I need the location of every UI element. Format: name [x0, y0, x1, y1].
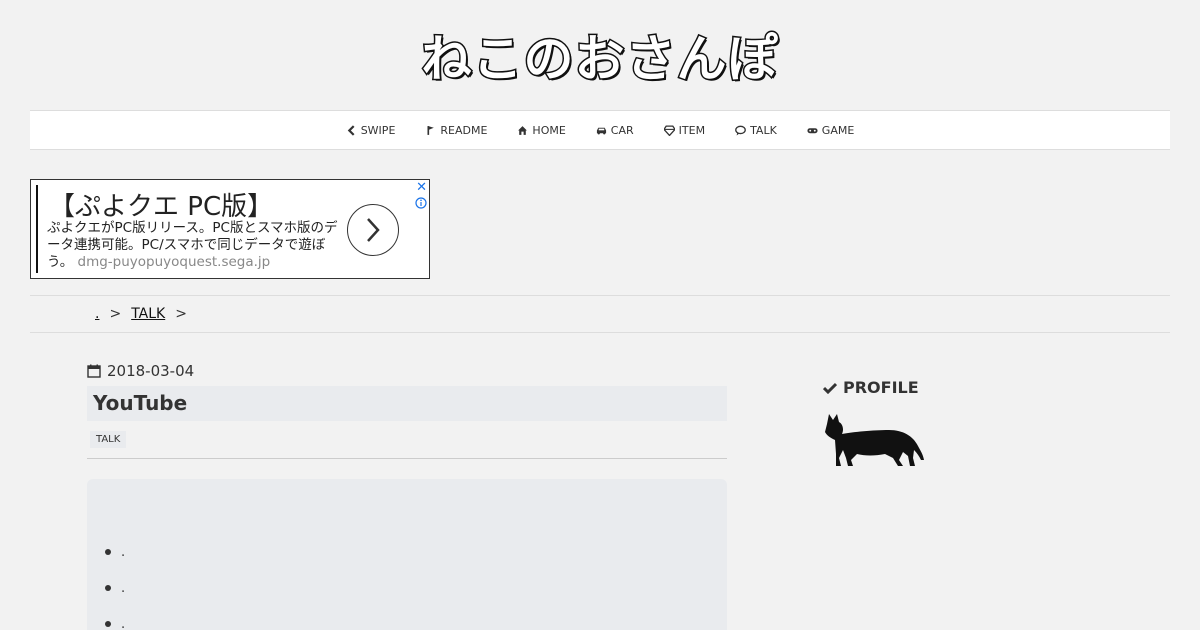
breadcrumb: . > TALK > — [30, 295, 1170, 333]
divider — [87, 458, 727, 459]
nav-talk-label: TALK — [750, 123, 777, 137]
nav-swipe-label: SWIPE — [360, 123, 396, 137]
profile-label: PROFILE — [843, 378, 919, 397]
list-item: . — [105, 606, 125, 630]
nav-item-label: ITEM — [678, 123, 706, 137]
post-content: . . . — [87, 479, 727, 630]
breadcrumb-home[interactable]: . — [95, 306, 99, 322]
nav-item[interactable]: ITEM — [649, 124, 720, 137]
bullet — [105, 549, 111, 555]
content-list: . . . — [105, 534, 125, 630]
home-icon — [518, 125, 528, 135]
page: ねこのおさんぽ SWIPE README HOME CAR ITEM TALK — [30, 0, 1170, 630]
post-title: YouTube — [87, 386, 727, 421]
post-date: 2018-03-04 — [87, 362, 194, 380]
sidebar-profile-heading: PROFILE — [823, 378, 919, 397]
nav-readme[interactable]: README — [410, 124, 502, 137]
nav-home[interactable]: HOME — [502, 124, 580, 137]
chevron-left-icon — [347, 124, 355, 136]
nav-swipe[interactable]: SWIPE — [331, 124, 411, 137]
list-item-text: . — [121, 616, 126, 630]
chevron-right-icon — [367, 218, 380, 242]
site-logo[interactable]: ねこのおさんぽ — [420, 19, 779, 91]
list-item-text: . — [121, 580, 126, 596]
ad-description: ぷよクエがPC版リリース。PC版とスマホ版のデータ連携可能。PC/スマホで同じデ… — [47, 220, 342, 271]
nav-readme-label: README — [440, 123, 488, 137]
list-item-text: . — [121, 544, 126, 560]
post-date-text: 2018-03-04 — [107, 362, 195, 380]
post-tag[interactable]: TALK — [90, 431, 127, 448]
flag-icon — [427, 125, 435, 135]
ad-open-button[interactable] — [347, 204, 399, 256]
ad-banner[interactable]: 【ぷよクエ PC版】 ぷよクエがPC版リリース。PC版とスマホ版のデータ連携可能… — [30, 179, 430, 279]
ad-info-icon[interactable] — [415, 197, 427, 209]
bullet — [105, 585, 111, 591]
list-item: . — [105, 570, 125, 606]
breadcrumb-separator: > — [109, 306, 122, 322]
nav-car[interactable]: CAR — [581, 124, 649, 137]
nav-home-label: HOME — [532, 123, 566, 137]
main-nav: SWIPE README HOME CAR ITEM TALK GAME — [30, 110, 1170, 150]
comment-icon — [735, 125, 746, 135]
ad-title[interactable]: 【ぷよクエ PC版】 — [49, 186, 273, 223]
nav-game-label: GAME — [821, 123, 855, 137]
car-icon — [596, 127, 606, 134]
site-header: ねこのおさんぽ — [30, 0, 1170, 110]
breadcrumb-talk[interactable]: TALK — [131, 306, 165, 322]
list-item: . — [105, 534, 125, 570]
ad-close-icon[interactable]: ✕ — [416, 180, 427, 195]
ad-domain[interactable]: dmg-puyopuyoquest.sega.jp — [78, 254, 271, 270]
gamepad-icon — [807, 127, 818, 133]
check-icon — [823, 382, 837, 394]
breadcrumb-separator: > — [175, 306, 187, 322]
nav-talk[interactable]: TALK — [720, 124, 792, 137]
cat-silhouette-icon — [825, 414, 924, 466]
nav-car-label: CAR — [610, 123, 634, 137]
nav-game[interactable]: GAME — [792, 124, 870, 137]
bullet — [105, 621, 111, 627]
ad-accent-bar — [36, 185, 38, 273]
diamond-icon — [663, 124, 675, 136]
calendar-icon — [87, 364, 101, 378]
